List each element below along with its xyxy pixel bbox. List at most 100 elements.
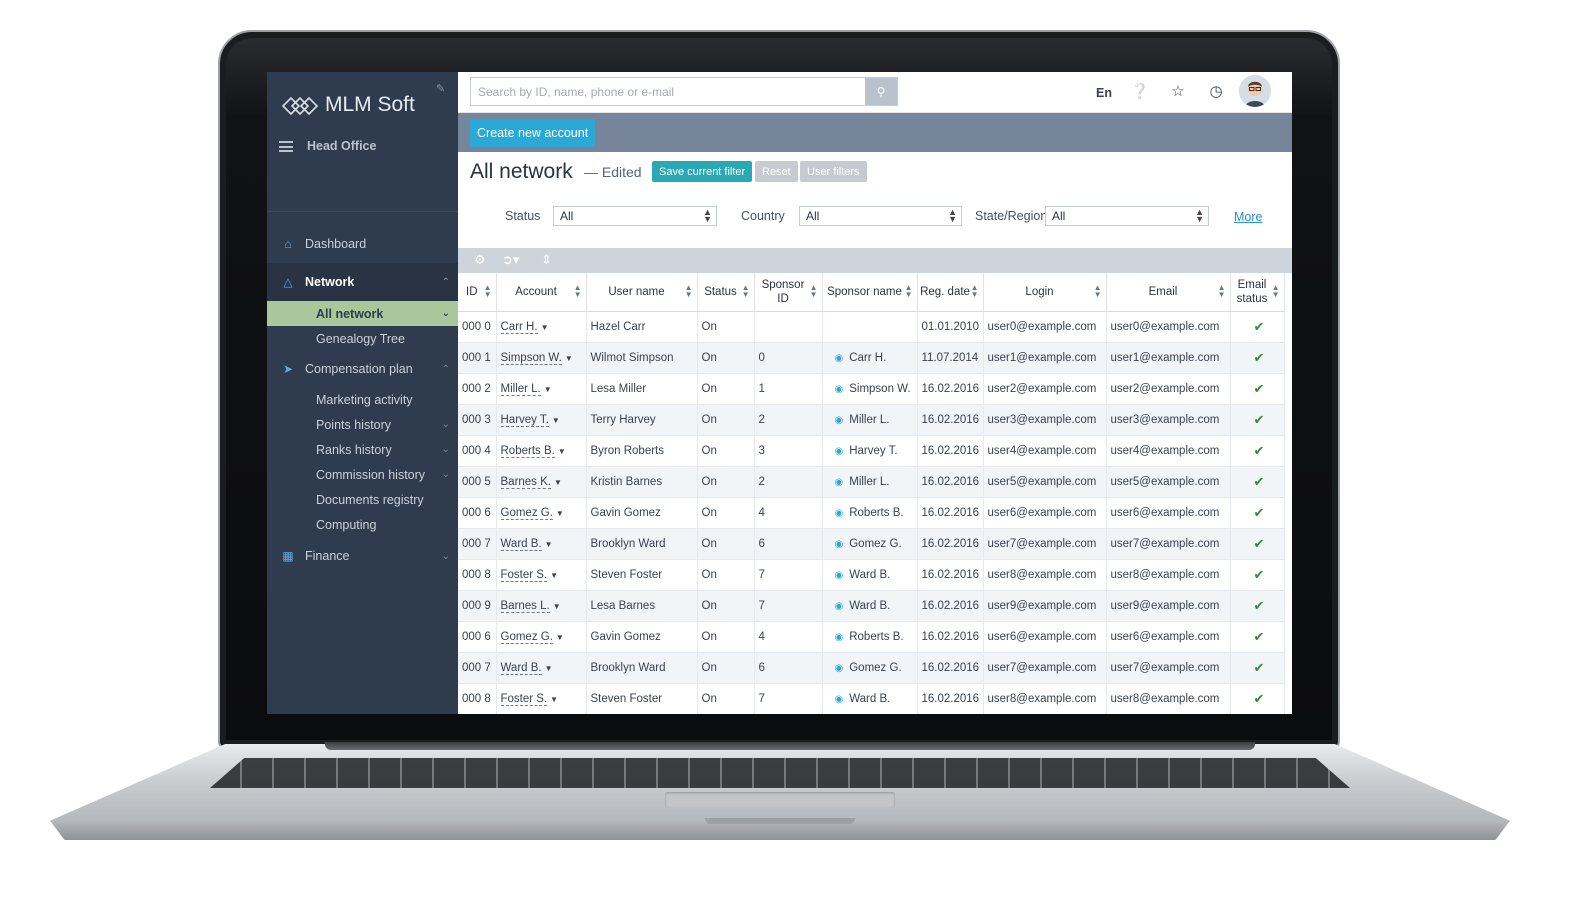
table-row[interactable]: 000 6 Gomez G. ▼ Gavin Gomez On 4 ◉ Roberts B. 1… — [458, 497, 1285, 529]
account-link[interactable]: Ward B. — [500, 661, 542, 675]
chevron-down-icon[interactable]: ▼ — [553, 602, 561, 611]
sidebar-item-dashboard[interactable]: ⌂ Dashboard — [267, 225, 458, 263]
save-filter-button[interactable]: Save current filter — [652, 161, 753, 182]
chevron-down-icon[interactable]: ▼ — [545, 540, 553, 549]
chevron-down-icon[interactable]: ▼ — [556, 509, 564, 518]
status-filter-select[interactable]: All ▲ ▼ — [553, 206, 717, 226]
avatar[interactable] — [1239, 75, 1271, 107]
column-header-reg-date[interactable]: Reg. date ▲ ▼ — [917, 273, 984, 312]
cell-sponsor-name[interactable]: ◉ Ward B. — [822, 559, 918, 591]
cell-account[interactable]: Carr H. ▼ — [496, 311, 587, 343]
cell-account[interactable]: Barnes K. ▼ — [496, 466, 587, 498]
cell-account[interactable]: Simpson W. ▼ — [496, 342, 587, 374]
sidebar-item-genealogy-tree[interactable]: Genealogy Tree — [267, 326, 458, 351]
cell-sponsor-name[interactable]: ◉ Gomez G. — [822, 528, 918, 560]
sidebar-item-network[interactable]: △ Network ⌃ — [267, 263, 458, 301]
cell-sponsor-name[interactable] — [822, 311, 918, 343]
table-row[interactable]: 000 0 Carr H. ▼ Hazel Carr On 01.01.2010 user0… — [458, 311, 1285, 343]
clock-icon[interactable]: ◷ — [1207, 82, 1225, 100]
table-row[interactable]: 000 6 Gomez G. ▼ Gavin Gomez On 4 ◉ Roberts B. 1… — [458, 621, 1285, 653]
chevron-down-icon[interactable]: ▼ — [552, 416, 560, 425]
table-row[interactable]: 000 7 Ward B. ▼ Brooklyn Ward On 6 ◉ Gomez G. 16… — [458, 528, 1285, 560]
sort-icon[interactable]: ⇕ — [541, 252, 552, 268]
column-header-user-name[interactable]: User name ▲ ▼ — [586, 273, 698, 312]
cell-sponsor-name[interactable]: ◉ Roberts B. — [822, 621, 918, 653]
cell-sponsor-name[interactable]: ◉ Harvey T. — [822, 435, 918, 467]
sidebar-item-points-history[interactable]: Points history ⌄ — [267, 412, 458, 437]
chevron-down-icon[interactable]: ▼ — [541, 323, 549, 332]
chevron-down-icon[interactable]: ▼ — [554, 478, 562, 487]
account-link[interactable]: Miller L. — [500, 382, 541, 396]
cell-sponsor-name[interactable]: ◉ Roberts B. — [822, 497, 918, 529]
chevron-down-icon[interactable]: ▼ — [550, 571, 558, 580]
cell-account[interactable]: Gomez G. ▼ — [496, 621, 587, 653]
table-row[interactable]: 000 7 Ward B. ▼ Brooklyn Ward On 6 ◉ Gomez G. 16… — [458, 652, 1285, 684]
cell-account[interactable]: Ward B. ▼ — [496, 528, 587, 560]
sidebar-item-commission-history[interactable]: Commission history ⌄ — [267, 462, 458, 487]
star-icon[interactable]: ☆ — [1169, 82, 1187, 100]
column-header-id[interactable]: ID ▲ ▼ — [458, 273, 497, 312]
cell-sponsor-name[interactable]: ◉ Miller L. — [822, 466, 918, 498]
table-row[interactable]: 000 2 Miller L. ▼ Lesa Miller On 1 ◉ Simpson W.… — [458, 373, 1285, 405]
column-header-email[interactable]: Email ▲ ▼ — [1106, 273, 1231, 312]
account-link[interactable]: Simpson W. — [500, 351, 562, 365]
sidebar-item-finance[interactable]: ▦ Finance ⌄ — [267, 537, 458, 575]
cell-sponsor-name[interactable]: ◉ Simpson W. — [822, 373, 918, 405]
sidebar-item-compensation-plan[interactable]: ➤ Compensation plan ⌃ — [267, 351, 458, 387]
create-account-button[interactable]: Create new account — [470, 119, 596, 147]
table-row[interactable]: 000 4 Roberts B. ▼ Byron Roberts On 3 ◉ Harvey … — [458, 435, 1285, 467]
cell-account[interactable]: Ward B. ▼ — [496, 652, 587, 684]
search-input[interactable] — [471, 78, 865, 105]
cell-sponsor-name[interactable]: ◉ Miller L. — [822, 404, 918, 436]
chevron-down-icon[interactable]: ▼ — [558, 447, 566, 456]
column-header-sponsor-name[interactable]: Sponsor name ▲ ▼ — [822, 273, 918, 312]
country-filter-select[interactable]: All ▲ ▼ — [799, 206, 962, 226]
sidebar-item-all-network[interactable]: All network ⌄ — [267, 301, 458, 326]
cell-account[interactable]: Barnes L. ▼ — [496, 590, 587, 622]
cell-account[interactable]: Miller L. ▼ — [496, 373, 587, 405]
sidebar-item-ranks-history[interactable]: Ranks history ⌄ — [267, 437, 458, 462]
account-link[interactable]: Roberts B. — [500, 444, 555, 458]
account-link[interactable]: Carr H. — [500, 320, 538, 334]
office-selector[interactable]: Head Office — [279, 139, 376, 153]
cell-sponsor-name[interactable]: ◉ Ward B. — [822, 683, 918, 714]
cell-sponsor-name[interactable]: ◉ Carr H. — [822, 342, 918, 374]
sidebar-item-documents-registry[interactable]: Documents registry — [267, 487, 458, 512]
column-header-sponsor-id[interactable]: Sponsor ID ▲ ▼ — [754, 273, 823, 312]
app-logo[interactable]: MLM Soft — [281, 92, 415, 118]
cell-account[interactable]: Harvey T. ▼ — [496, 404, 587, 436]
cell-account[interactable]: Gomez G. ▼ — [496, 497, 587, 529]
account-link[interactable]: Harvey T. — [500, 413, 549, 427]
table-row[interactable]: 000 8 Foster S. ▼ Steven Foster On 7 ◉ Ward B. 1… — [458, 683, 1285, 714]
cell-account[interactable]: Foster S. ▼ — [496, 559, 587, 591]
edit-icon[interactable]: ✎ — [436, 82, 445, 95]
cell-account[interactable]: Roberts B. ▼ — [496, 435, 587, 467]
account-link[interactable]: Ward B. — [500, 537, 542, 551]
language-selector[interactable]: En — [1096, 86, 1112, 100]
account-link[interactable]: Barnes K. — [500, 475, 551, 489]
reset-button[interactable]: Reset — [755, 161, 798, 182]
cell-sponsor-name[interactable]: ◉ Ward B. — [822, 590, 918, 622]
table-row[interactable]: 000 1 Simpson W. ▼ Wilmot Simpson On 0 ◉ Carr H… — [458, 342, 1285, 374]
chevron-down-icon[interactable]: ▼ — [550, 695, 558, 704]
search-button[interactable]: ⚲ — [865, 78, 897, 105]
table-row[interactable]: 000 8 Foster S. ▼ Steven Foster On 7 ◉ Ward B. 1… — [458, 559, 1285, 591]
cell-account[interactable]: Foster S. ▼ — [496, 683, 587, 714]
user-filters-button[interactable]: User filters — [800, 161, 867, 182]
column-header-login[interactable]: Login ▲ ▼ — [983, 273, 1107, 312]
account-link[interactable]: Foster S. — [500, 692, 548, 706]
menu-icon[interactable] — [279, 140, 293, 152]
account-link[interactable]: Foster S. — [500, 568, 548, 582]
sidebar-item-marketing-activity[interactable]: Marketing activity — [267, 387, 458, 412]
more-filters-link[interactable]: More — [1234, 210, 1262, 224]
account-link[interactable]: Gomez G. — [500, 630, 553, 644]
table-row[interactable]: 000 5 Barnes K. ▼ Kristin Barnes On 2 ◉ Miller … — [458, 466, 1285, 498]
sidebar-item-computing[interactable]: Computing — [267, 512, 458, 537]
region-filter-select[interactable]: All ▲ ▼ — [1045, 206, 1209, 226]
chevron-down-icon[interactable]: ▼ — [545, 664, 553, 673]
help-icon[interactable]: ❔ — [1131, 82, 1150, 100]
account-link[interactable]: Gomez G. — [500, 506, 553, 520]
column-header-email-status[interactable]: Email status ▲ ▼ — [1230, 273, 1285, 312]
account-link[interactable]: Barnes L. — [500, 599, 550, 613]
cell-sponsor-name[interactable]: ◉ Gomez G. — [822, 652, 918, 684]
